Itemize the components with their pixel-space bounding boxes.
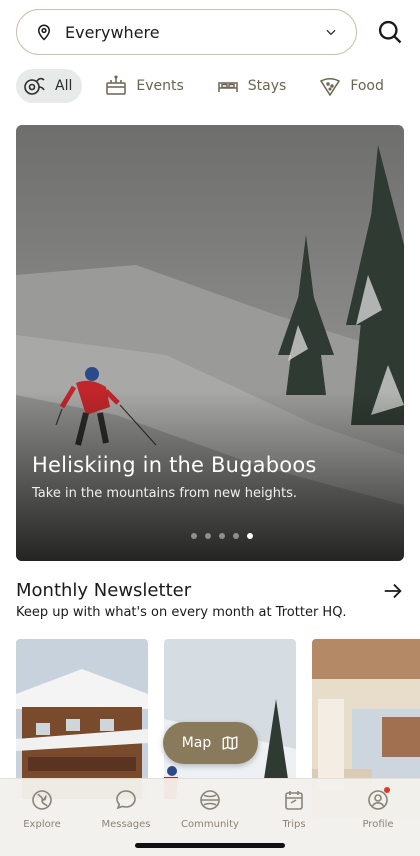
chip-all[interactable]: All: [16, 69, 83, 103]
category-chips: All Events Stays Food: [16, 68, 420, 104]
hero-title: Heliskiing in the Bugaboos: [32, 453, 317, 477]
location-label: Everywhere: [65, 22, 160, 42]
tab-explore[interactable]: Explore: [0, 779, 84, 856]
messages-icon: [116, 790, 136, 810]
chip-label: Events: [136, 78, 184, 94]
explore-icon: [32, 790, 52, 810]
hero-card[interactable]: Heliskiing in the Bugaboos Take in the m…: [16, 125, 404, 561]
map-button[interactable]: Map: [163, 722, 258, 764]
chip-label: Food: [350, 78, 384, 94]
all-icon: [24, 77, 45, 95]
tab-label: Profile: [362, 819, 394, 830]
chip-label: All: [55, 78, 73, 94]
search-row: Everywhere: [16, 9, 404, 55]
carousel-dot[interactable]: [205, 533, 211, 539]
carousel-dot[interactable]: [233, 533, 239, 539]
chip-events[interactable]: Events: [96, 69, 193, 103]
newsletter-subtitle: Keep up with what's on every month at Tr…: [16, 605, 347, 620]
carousel-dots[interactable]: [16, 533, 404, 539]
food-icon: [320, 78, 341, 97]
carousel-dot-active[interactable]: [247, 533, 253, 539]
bottom-tab-bar: Explore Messages Community Trips Profile: [0, 778, 420, 856]
community-icon: [200, 790, 220, 810]
location-selector[interactable]: Everywhere: [16, 9, 357, 55]
carousel-dot[interactable]: [219, 533, 225, 539]
drinks-icon: [416, 74, 420, 98]
home-indicator: [135, 843, 285, 848]
location-pin-icon: [37, 24, 51, 41]
bed-icon: [218, 82, 238, 92]
trips-icon: [285, 791, 303, 810]
search-icon[interactable]: [376, 18, 404, 46]
chip-drinks[interactable]: [408, 69, 420, 103]
carousel-dot[interactable]: [191, 533, 197, 539]
tab-profile[interactable]: Profile: [336, 779, 420, 856]
newsletter-title: Monthly Newsletter: [16, 580, 192, 601]
events-icon: [106, 75, 127, 95]
map-button-label: Map: [181, 735, 212, 751]
tab-label: Community: [181, 819, 239, 830]
tab-label: Explore: [23, 819, 61, 830]
hero-subtitle: Take in the mountains from new heights.: [32, 486, 298, 501]
tab-label: Messages: [101, 819, 151, 830]
chip-label: Stays: [247, 78, 287, 94]
chip-stays[interactable]: Stays: [208, 69, 297, 103]
tab-label: Trips: [282, 819, 306, 830]
chip-food[interactable]: Food: [310, 69, 394, 103]
map-icon: [222, 736, 238, 750]
chevron-down-icon: [326, 29, 336, 36]
arrow-right-icon[interactable]: [382, 580, 404, 602]
notification-badge: [384, 787, 390, 793]
